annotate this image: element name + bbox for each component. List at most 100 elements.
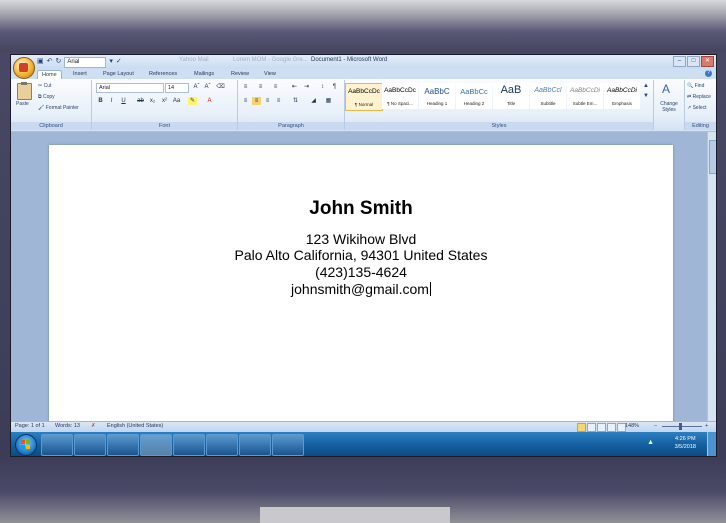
taskbar-item[interactable] <box>173 434 205 456</box>
zoom-out-icon[interactable]: − <box>654 423 657 429</box>
shrink-font-icon[interactable]: Aˇ <box>203 83 212 91</box>
taskbar-item[interactable] <box>107 434 139 456</box>
borders-icon[interactable]: ▦ <box>324 97 333 105</box>
align-center-icon[interactable]: ≡ <box>252 97 261 105</box>
style-subtitle[interactable]: AaBbCcl Subtitle <box>530 83 566 109</box>
font-size-box[interactable]: 14 <box>165 83 189 93</box>
chevron-down-icon[interactable]: ▾ <box>109 57 113 67</box>
styles-scroll-down-icon[interactable]: ▼ <box>643 93 649 99</box>
highlight-icon[interactable]: ✎ <box>188 97 197 105</box>
change-styles-icon[interactable]: A <box>662 82 670 96</box>
tab-mailings[interactable]: Mailings <box>190 70 218 78</box>
undo-icon[interactable]: ↶ <box>47 57 53 67</box>
tray-expand-icon[interactable]: ▲ <box>647 439 654 446</box>
style-subtle-emphasis[interactable]: AaBbCcDi Subtle Em... <box>567 83 603 109</box>
taskbar-item[interactable] <box>272 434 304 456</box>
tab-insert[interactable]: Insert <box>69 70 91 78</box>
qat-font-box[interactable]: Arial <box>64 56 107 68</box>
show-desktop-button[interactable] <box>707 432 716 456</box>
taskbar-item[interactable] <box>41 434 73 456</box>
ribbon: Paste ✂ Cut ⧉ Copy 🖌 Format Painter Clip… <box>11 79 716 132</box>
superscript-icon[interactable]: x² <box>160 97 169 105</box>
maximize-button[interactable]: □ <box>687 56 700 67</box>
taskbar-item[interactable] <box>206 434 238 456</box>
replace-button[interactable]: ⇄ Replace <box>687 94 711 100</box>
multilevel-list-icon[interactable]: ≡ <box>271 83 280 91</box>
document-page[interactable]: John Smith 123 Wikihow Blvd Palo Alto Ca… <box>49 145 673 421</box>
scroll-thumb[interactable] <box>709 140 716 174</box>
zoom-in-icon[interactable]: + <box>705 423 708 429</box>
close-button[interactable]: ✕ <box>701 56 714 67</box>
page-count[interactable]: Page: 1 of 1 <box>15 423 45 429</box>
grow-font-icon[interactable]: Aˆ <box>192 83 201 91</box>
clock[interactable]: 4:26 PM 3/5/2018 <box>675 435 696 451</box>
change-case-icon[interactable]: Aa <box>172 97 181 105</box>
paste-icon[interactable] <box>17 82 32 100</box>
justify-icon[interactable]: ≡ <box>274 97 283 105</box>
print-layout-icon[interactable] <box>577 423 586 432</box>
subscript-icon[interactable]: x₂ <box>148 97 157 105</box>
find-button[interactable]: 🔍 Find <box>687 83 704 89</box>
tab-review[interactable]: Review <box>227 70 253 78</box>
save-icon[interactable]: ▣ <box>37 57 44 67</box>
tab-view[interactable]: View <box>260 70 280 78</box>
style-no-spacing[interactable]: AaBbCcDc ¶ No Spaci... <box>382 83 418 109</box>
outline-icon[interactable] <box>607 423 616 432</box>
zoom-slider-knob[interactable] <box>679 423 682 430</box>
line-spacing-icon[interactable]: ⇅ <box>291 97 300 105</box>
spellcheck-icon[interactable]: ✓ <box>116 57 122 67</box>
show-marks-icon[interactable]: ¶ <box>330 83 339 91</box>
bold-icon[interactable]: B <box>96 97 105 105</box>
word-count[interactable]: Words: 13 <box>55 423 80 429</box>
styles-scroll-up-icon[interactable]: ▲ <box>643 83 649 89</box>
sort-icon[interactable]: ↕ <box>318 83 327 91</box>
bullets-icon[interactable]: ≡ <box>241 83 250 91</box>
start-button[interactable] <box>15 434 37 456</box>
numbering-icon[interactable]: ≡ <box>256 83 265 91</box>
paste-button[interactable]: Paste <box>16 101 29 107</box>
help-icon[interactable]: ? <box>705 70 712 77</box>
web-layout-icon[interactable] <box>597 423 606 432</box>
title-bar: ▣ ↶ ↻ Arial ▾ ✓ Yahoo Mail Lorem MOM - G… <box>11 55 716 79</box>
italic-icon[interactable]: I <box>107 97 116 105</box>
font-color-icon[interactable]: A <box>205 97 214 105</box>
align-right-icon[interactable]: ≡ <box>263 97 272 105</box>
style-title[interactable]: AaB Title <box>493 83 529 109</box>
zoom-level[interactable]: 148% <box>625 423 639 429</box>
clear-format-icon[interactable]: ⌫ <box>216 83 225 91</box>
cut-button[interactable]: ✂ Cut <box>38 83 51 89</box>
increase-indent-icon[interactable]: ⇥ <box>302 83 311 91</box>
taskbar-item[interactable] <box>74 434 106 456</box>
redo-icon[interactable]: ↻ <box>56 57 62 67</box>
format-painter-label: Format Painter <box>45 105 79 111</box>
vertical-scrollbar[interactable] <box>707 132 716 421</box>
style-sample: AaBbCcDc <box>384 87 416 94</box>
style-normal[interactable]: AaBbCcDc ¶ Normal <box>345 83 383 111</box>
style-heading-1[interactable]: AaBbC Heading 1 <box>419 83 455 109</box>
tab-references[interactable]: References <box>145 70 181 78</box>
select-button[interactable]: ↗ Select <box>687 105 707 111</box>
zoom-slider[interactable] <box>662 426 702 427</box>
tab-home[interactable]: Home <box>37 70 62 79</box>
decrease-indent-icon[interactable]: ⇤ <box>290 83 299 91</box>
format-painter-button[interactable]: 🖌 Format Painter <box>38 105 79 111</box>
taskbar-item[interactable] <box>140 434 172 456</box>
doc-email: johnsmith@gmail.com <box>291 281 429 297</box>
change-styles-button[interactable]: Change Styles <box>656 101 682 113</box>
copy-button[interactable]: ⧉ Copy <box>38 94 55 100</box>
strikethrough-icon[interactable]: ab <box>136 97 145 105</box>
taskbar-item[interactable] <box>239 434 271 456</box>
align-left-icon[interactable]: ≡ <box>241 97 250 105</box>
proofing-icon[interactable]: ✗ <box>91 423 96 429</box>
style-heading-2[interactable]: AaBbCc Heading 2 <box>456 83 492 109</box>
underline-icon[interactable]: U <box>119 97 128 105</box>
style-emphasis[interactable]: AaBbCcDi Emphasis <box>604 83 640 109</box>
office-button[interactable] <box>13 57 35 79</box>
find-label: Find <box>694 83 705 89</box>
tab-page-layout[interactable]: Page Layout <box>99 70 138 78</box>
minimize-button[interactable]: – <box>673 56 686 67</box>
language[interactable]: English (United States) <box>107 423 163 429</box>
font-name-box[interactable]: Arial <box>96 83 164 93</box>
full-screen-icon[interactable] <box>587 423 596 432</box>
shading-icon[interactable]: ◢ <box>309 97 318 105</box>
